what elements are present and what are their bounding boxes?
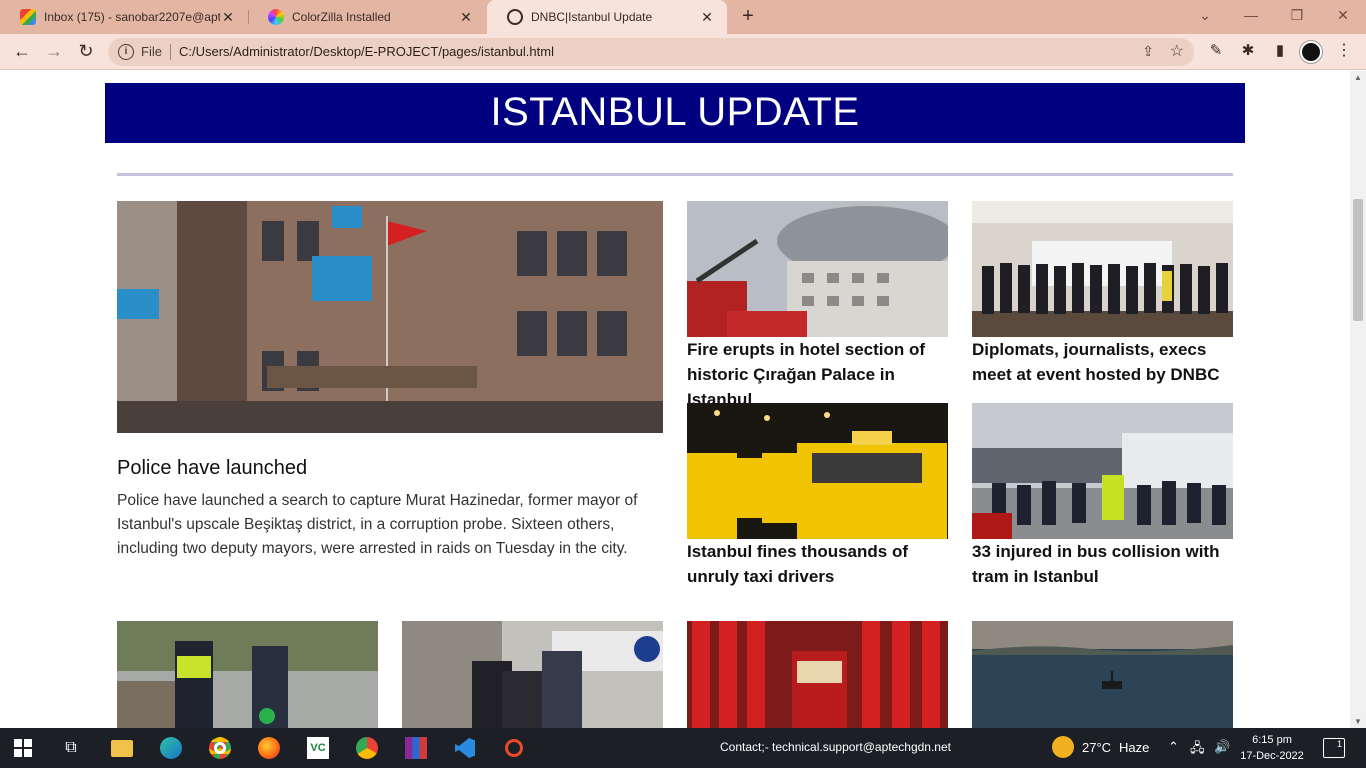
tab-search-icon[interactable]: ⌄ (1182, 4, 1228, 28)
page-banner: ISTANBUL UPDATE (105, 83, 1245, 143)
forward-arrow-icon[interactable]: → (42, 40, 66, 64)
taxi-illustration (687, 403, 948, 539)
scroll-down-arrow-icon[interactable]: ▼ (1354, 717, 1362, 726)
tab-label: Inbox (175) - sanobar2207e@aptech (44, 10, 220, 24)
story-caption[interactable]: 33 injured in bus collision with tram in… (972, 539, 1242, 589)
event-group-photo[interactable] (972, 201, 1233, 337)
main-story-body: Police have launched a search to capture… (117, 492, 638, 557)
scroll-up-arrow-icon[interactable]: ▲ (1354, 73, 1362, 82)
bus-collision-illustration (972, 403, 1233, 539)
clock-time: 6:15 pm (1252, 734, 1292, 746)
besiktas-building-illustration (117, 201, 663, 433)
eyedropper-icon[interactable]: ✎ (1204, 40, 1228, 64)
snipping-tool-icon[interactable] (499, 734, 529, 762)
gmail-icon (20, 9, 36, 25)
story-caption[interactable]: Istanbul fines thousands of unruly taxi … (687, 539, 957, 589)
side-panel-icon[interactable]: ▮ (1268, 40, 1292, 64)
globe-icon (507, 9, 523, 25)
taxi-photo[interactable] (687, 403, 948, 539)
weather-description: Haze (1119, 739, 1150, 755)
vc-app-icon[interactable]: VC (303, 734, 333, 762)
tab-strip: Inbox (175) - sanobar2207e@aptech ✕ Colo… (0, 0, 1366, 34)
besiktas-building-photo[interactable] (117, 201, 663, 433)
back-arrow-icon[interactable]: ← (10, 40, 34, 64)
windows-start-icon[interactable] (8, 734, 38, 762)
page-scrollbar[interactable]: ▲ ▼ (1350, 71, 1366, 728)
chevron-up-icon[interactable]: ⌃ (1168, 739, 1179, 755)
police-scooter-illustration (117, 621, 378, 728)
weather-temperature: 27°C (1082, 739, 1112, 755)
network-icon[interactable]: 🖧 (1190, 739, 1205, 761)
tram-flags-photo[interactable] (687, 621, 948, 728)
new-tab-button[interactable]: + (736, 6, 760, 28)
tab-istanbul-update[interactable]: DNBC|Istanbul Update ✕ (487, 0, 727, 34)
menu-kebab-icon[interactable]: ⋮ (1332, 40, 1356, 64)
weather-widget[interactable]: 27°C Haze (1052, 736, 1149, 758)
browser-toolbar: ← → ↻ i File C:/Users/Administrator/Desk… (0, 34, 1366, 70)
info-icon[interactable]: i (118, 44, 134, 60)
extensions-icon[interactable]: ✱ (1236, 40, 1260, 64)
scroll-thumb[interactable] (1353, 199, 1363, 321)
volume-icon[interactable]: 🔊 (1214, 739, 1230, 755)
police-scooter-photo[interactable] (117, 621, 378, 728)
notification-count: 1 (1336, 739, 1342, 749)
close-icon[interactable]: ✕ (458, 9, 474, 25)
bosphorus-photo[interactable] (972, 621, 1233, 728)
bus-collision-photo[interactable] (972, 403, 1233, 539)
story-caption[interactable]: Diplomats, journalists, execs meet at ev… (972, 337, 1242, 387)
profile-avatar[interactable] (1300, 41, 1322, 63)
address-bar[interactable]: i File C:/Users/Administrator/Desktop/E-… (108, 38, 1194, 66)
reload-icon[interactable]: ↻ (74, 40, 98, 64)
share-icon[interactable]: ⇪ (1142, 43, 1154, 60)
page-viewport: ISTANBUL UPDATE Police have launched Pol… (0, 71, 1350, 728)
close-icon[interactable]: ✕ (220, 9, 236, 25)
file-explorer-icon[interactable] (107, 734, 137, 762)
close-icon[interactable]: ✕ (699, 9, 715, 25)
star-icon[interactable]: ☆ (1170, 41, 1184, 61)
event-group-illustration (972, 201, 1233, 337)
tram-flags-illustration (687, 621, 948, 728)
windows-taskbar: ⧉ VC Contact;- technical.support@aptechg… (0, 728, 1366, 768)
weather-haze-icon (1052, 736, 1074, 758)
url-text[interactable]: C:/Users/Administrator/Desktop/E-PROJECT… (179, 44, 554, 59)
firefox-icon[interactable] (254, 734, 284, 762)
task-view-icon[interactable]: ⧉ (56, 734, 86, 762)
notification-icon[interactable]: 1 (1323, 738, 1345, 758)
clock-date: 17-Dec-2022 (1240, 750, 1304, 762)
chrome-icon[interactable] (205, 734, 235, 762)
chrome-profile-icon[interactable] (352, 734, 382, 762)
hotel-fire-photo[interactable] (687, 201, 948, 337)
horizontal-rule (117, 173, 1233, 176)
restore-button[interactable]: ❐ (1274, 4, 1320, 28)
main-story-title[interactable]: Police have launched (117, 457, 307, 480)
tab-gmail[interactable]: Inbox (175) - sanobar2207e@aptech ✕ (0, 0, 248, 34)
colorzilla-icon (268, 9, 284, 25)
winrar-icon[interactable] (401, 734, 431, 762)
story-caption[interactable]: Fire erupts in hotel section of historic… (687, 337, 957, 412)
hotel-fire-illustration (687, 201, 948, 337)
tab-label: ColorZilla Installed (292, 10, 391, 24)
vscode-icon[interactable] (450, 734, 480, 762)
scheme-label: File (141, 44, 162, 59)
close-window-button[interactable]: ✕ (1320, 4, 1366, 28)
omnibox-divider (170, 44, 171, 60)
edge-icon[interactable] (156, 734, 186, 762)
tab-colorzilla[interactable]: ColorZilla Installed ✕ (248, 0, 486, 34)
arrest-illustration (402, 621, 663, 728)
arrest-photo[interactable] (402, 621, 663, 728)
system-clock[interactable]: 6:15 pm 17-Dec-2022 (1240, 732, 1304, 764)
taskbar-contact-text: Contact;- technical.support@aptechgdn.ne… (720, 740, 951, 754)
bosphorus-illustration (972, 621, 1233, 728)
tab-label: DNBC|Istanbul Update (531, 10, 653, 24)
minimize-button[interactable]: — (1228, 4, 1274, 28)
